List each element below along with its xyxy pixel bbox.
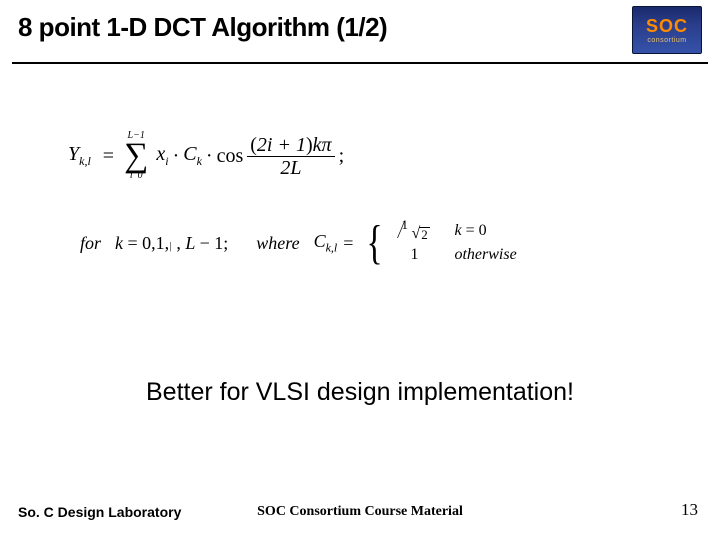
term-Ckl: Ck,l (314, 231, 338, 256)
page-number: 13 (681, 500, 698, 520)
equation-conditions: for k = 0,1,| , L − 1; where Ck,l = { (80, 216, 680, 270)
k-range: k = 0,1,| , L − 1; (115, 233, 228, 254)
kw-where: where (256, 233, 299, 254)
sym-dot: · (173, 145, 180, 168)
footer: So. C Design Laboratory SOC Consortium C… (0, 496, 720, 520)
formula-block: Yk,l = L−1 ∑ i 0 xi · Ck · cos (2i (40, 124, 680, 270)
sum-lower-var: i (130, 170, 133, 181)
header: 8 point 1-D DCT Algorithm (1/2) SOC cons… (0, 0, 720, 62)
case1-val: 1 ⁄ √2 (392, 219, 436, 243)
slide-body: Yk,l = L−1 ∑ i 0 xi · Ck · cos (2i (0, 64, 720, 270)
tagline: Better for VLSI design implementation! (0, 378, 720, 407)
footer-center: SOC Consortium Course Material (0, 504, 720, 520)
sum-lower: i 0 (130, 171, 143, 181)
sym-semicolon: ; (339, 145, 345, 168)
sym-C-sub: k (197, 154, 202, 168)
slide-title: 8 point 1-D DCT Algorithm (1/2) (18, 12, 702, 43)
summation: L−1 ∑ i 0 (124, 131, 148, 181)
sym-C: C (183, 143, 196, 165)
sym-dot2: · (206, 145, 213, 168)
frac-num: (2i + 1)kπ (247, 134, 334, 156)
sqrt2: √2 (411, 227, 429, 242)
sym-Y: Y (68, 143, 79, 165)
case-1: 1 ⁄ √2 k = 0 (392, 219, 516, 243)
case-2: 1 otherwise (392, 243, 516, 267)
brace-icon: { (367, 219, 383, 267)
logo-sub-text: consortium (647, 37, 686, 44)
sym-C2-sub: k,l (326, 240, 338, 254)
logo-main-text: SOC (646, 17, 688, 35)
logo-box: SOC consortium (632, 6, 702, 54)
sigma-icon: ∑ (124, 139, 148, 173)
soc-logo: SOC consortium (632, 6, 702, 54)
sym-eq2: = (343, 233, 353, 254)
cases-body: 1 ⁄ √2 k = 0 1 otherwise (392, 219, 516, 267)
sum-lower-val: 0 (138, 170, 143, 181)
one-over-root2: 1 ⁄ √2 (399, 219, 429, 243)
term-Ck: Ck (183, 143, 202, 169)
case2-cond: otherwise (454, 246, 516, 264)
sym-C2: C (314, 231, 326, 251)
sym-x: x (156, 143, 165, 165)
radicand: 2 (419, 227, 430, 242)
equation-main: Yk,l = L−1 ∑ i 0 xi · Ck · cos (2i (68, 124, 680, 188)
eq-lhs: Yk,l (68, 143, 91, 169)
sym-x-sub: i (165, 154, 168, 168)
sym-eq: = (103, 145, 114, 168)
sym-Y-sub: k,l (79, 154, 91, 168)
term-xi: xi (156, 143, 168, 169)
fraction: (2i + 1)kπ 2L (247, 134, 334, 179)
cases: { 1 ⁄ √2 (363, 219, 516, 267)
slide: 8 point 1-D DCT Algorithm (1/2) SOC cons… (0, 0, 720, 540)
kw-for: for (80, 233, 101, 254)
sym-cos: cos (217, 145, 244, 168)
case1-cond: k = 0 (454, 222, 486, 240)
frac-den: 2L (277, 157, 304, 179)
case2-val: 1 (392, 246, 436, 264)
